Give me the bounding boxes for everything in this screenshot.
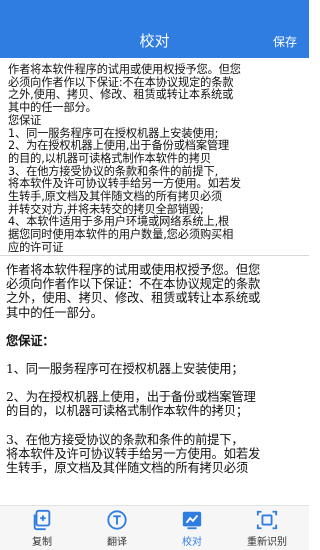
preview-line: 之外，使用、拷贝、修改、租赁或转让本系统或 bbox=[6, 291, 261, 306]
copy-button[interactable]: 复制 bbox=[14, 506, 70, 550]
save-button[interactable]: 保存 bbox=[273, 33, 297, 50]
translate-label: 翻译 bbox=[107, 537, 127, 548]
editor-line: 生转手,原文档及其伴随文档的所有拷贝必须 bbox=[8, 190, 223, 204]
preview-heading: 您保证： bbox=[6, 332, 55, 348]
proofread-button[interactable]: 校对 bbox=[164, 506, 220, 550]
editor-line: 您保证 bbox=[8, 113, 42, 127]
rescan-button[interactable]: 重新识别 bbox=[239, 506, 295, 550]
editor-line: 的目的,以机器可读格式制作本软件的拷贝 bbox=[8, 151, 212, 165]
copy-icon bbox=[33, 509, 51, 531]
rescan-icon bbox=[256, 510, 278, 530]
page-title: 校对 bbox=[139, 32, 170, 50]
preview-line: 3、在他方接受协议的条款和条件的前提下， bbox=[6, 432, 244, 447]
preview-line: 2、为在授权机器上使用，出于备份或档案管理 bbox=[6, 390, 256, 405]
editor-line: 应的许可证 bbox=[8, 240, 64, 254]
preview-line: 的目的，以机器可读格式制作本软件的拷贝； bbox=[6, 404, 248, 419]
translate-icon bbox=[107, 510, 127, 530]
bottom-toolbar: 复制 翻译 校对 重新识别 bbox=[0, 505, 309, 550]
preview-line: 其中的任一部分。 bbox=[6, 305, 103, 320]
editor-line: 其中的任一部分。 bbox=[8, 101, 97, 115]
translate-button[interactable]: 翻译 bbox=[89, 506, 145, 550]
preview-line: 必须向作者作以下保证：不在本协议规定的条款 bbox=[6, 277, 261, 292]
editor-line: 据您同时使用本软件的用户数量,您必须购买相 bbox=[8, 228, 234, 242]
source-image-preview: 作者将本软件程序的试用或使用权授予您。但您 必须向作者作以下保证：不在本协议规定… bbox=[0, 258, 309, 508]
ocr-text-editor[interactable]: 作者将本软件程序的试用或使用权授予您。但您 必须向作者作以下保证:不在本协议规定… bbox=[0, 58, 309, 256]
preview-line: 将本软件及许可协议转手给另一方使用。如若发 bbox=[6, 446, 261, 461]
rescan-label: 重新识别 bbox=[247, 537, 287, 548]
preview-line: 生转手，原文档及其伴随文档的所有拷贝必须 bbox=[6, 461, 248, 476]
preview-line: 作者将本软件程序的试用或使用权授予您。但您 bbox=[6, 263, 261, 277]
editor-line: 作者将本软件程序的试用或使用权授予您。但您 bbox=[8, 63, 241, 76]
copy-label: 复制 bbox=[32, 537, 52, 548]
proofread-icon bbox=[182, 511, 202, 530]
proofread-label: 校对 bbox=[182, 537, 202, 548]
preview-line: 1、同一服务程序可在授权机器上安装使用； bbox=[6, 362, 244, 377]
